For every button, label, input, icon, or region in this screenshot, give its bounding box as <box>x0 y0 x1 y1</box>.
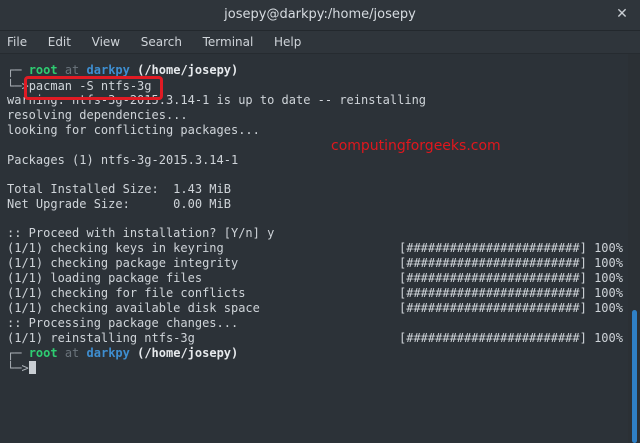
window-title: josepy@darkpy:/home/josepy <box>224 7 416 22</box>
menu-search[interactable]: Search <box>141 35 182 49</box>
progress-bar-text: [########################] 100% <box>399 301 623 315</box>
output-line: :: Processing package changes... <box>7 316 239 330</box>
output-line: Total Installed Size: 1.43 MiB <box>7 182 231 196</box>
output-line: (1/1) loading package files <box>7 271 203 285</box>
title-bar[interactable]: josepy@darkpy:/home/josepy ✕ <box>0 0 640 31</box>
terminal-window: josepy@darkpy:/home/josepy ✕ File Edit V… <box>0 0 640 443</box>
output-line: (1/1) checking available disk space <box>7 301 260 315</box>
output-line: (1/1) reinstalling ntfs-3g <box>7 331 195 345</box>
menu-help[interactable]: Help <box>274 35 301 49</box>
menu-terminal[interactable]: Terminal <box>203 35 254 49</box>
command-highlight-box <box>24 76 163 100</box>
progress-bar-text: [########################] 100% <box>399 331 623 345</box>
menu-edit[interactable]: Edit <box>48 35 71 49</box>
scrollbar-thumb[interactable] <box>632 310 637 443</box>
input-line[interactable]: └─> <box>7 361 36 376</box>
watermark: computingforgeeks.com <box>331 138 501 154</box>
output-line: resolving dependencies... <box>7 108 188 122</box>
scrollbar[interactable] <box>628 54 640 443</box>
progress-bar-text: [########################] 100% <box>399 256 623 270</box>
output-line: (1/1) checking keys in keyring <box>7 241 224 255</box>
close-icon[interactable]: ✕ <box>614 6 630 22</box>
menu-file[interactable]: File <box>7 35 27 49</box>
output-line: Net Upgrade Size: 0.00 MiB <box>7 197 231 211</box>
output-line: :: Proceed with installation? [Y/n] y <box>7 226 275 240</box>
output-line: looking for conflicting packages... <box>7 123 260 137</box>
output-line: Packages (1) ntfs-3g-2015.3.14-1 <box>7 153 239 167</box>
menu-bar: File Edit View Search Terminal Help <box>0 31 640 54</box>
output-line: (1/1) checking for file conflicts <box>7 286 246 300</box>
prompt-line: ┌─ root at darkpy (/home/josepy) <box>7 346 239 360</box>
output-line: (1/1) checking package integrity <box>7 256 239 270</box>
menu-view[interactable]: View <box>92 35 120 49</box>
progress-bar-text: [########################] 100% <box>399 271 623 285</box>
text-cursor <box>28 361 36 374</box>
progress-bar-text: [########################] 100% <box>399 286 623 300</box>
progress-bar-text: [########################] 100% <box>399 241 623 255</box>
